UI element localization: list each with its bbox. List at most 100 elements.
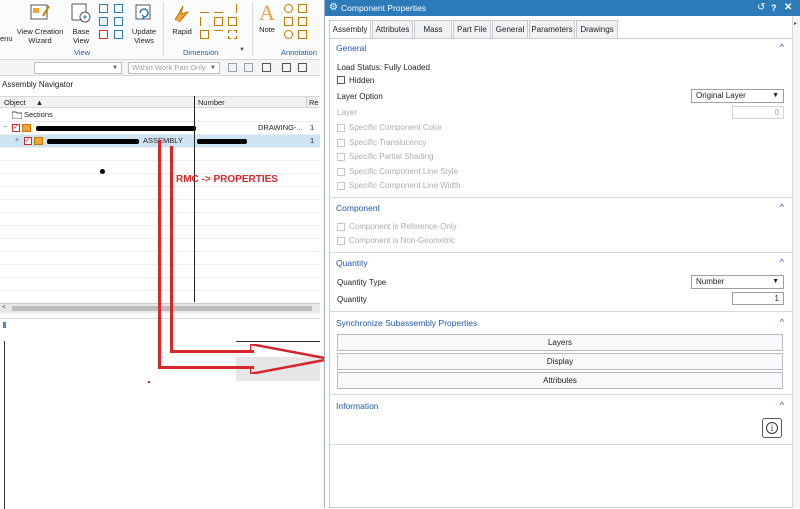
dimension-tool-icon[interactable] bbox=[214, 30, 223, 39]
layers-button[interactable]: Layers bbox=[337, 334, 783, 351]
note-button[interactable]: A Note bbox=[256, 2, 278, 35]
option-checkbox[interactable] bbox=[337, 223, 345, 231]
close-icon[interactable]: ✕ bbox=[784, 0, 792, 16]
hidden-checkbox[interactable] bbox=[337, 76, 345, 84]
information-button[interactable]: i bbox=[762, 418, 782, 438]
menu-button[interactable]: enu bbox=[0, 34, 13, 43]
dimension-tool-icon[interactable] bbox=[228, 4, 237, 13]
expand-icon[interactable]: + bbox=[15, 135, 19, 147]
collapse-chevron-icon[interactable]: ^ bbox=[780, 317, 784, 327]
quantity-field[interactable]: 1 bbox=[732, 292, 784, 305]
dimension-tool-icon[interactable] bbox=[214, 17, 223, 26]
view-tool-icon[interactable] bbox=[114, 30, 123, 39]
dimension-tool-icon[interactable] bbox=[228, 30, 237, 39]
scrollbar-thumb[interactable] bbox=[12, 306, 312, 311]
pin-icon[interactable]: ▸ bbox=[794, 20, 797, 27]
dimension-tool-icon[interactable] bbox=[228, 17, 237, 26]
tab-drawings[interactable]: Drawings bbox=[576, 20, 618, 38]
checkbox-checked-icon[interactable]: ✓ bbox=[12, 124, 20, 132]
column-divider[interactable] bbox=[306, 97, 307, 108]
annotation-tool-icon[interactable] bbox=[298, 17, 307, 26]
option-checkbox[interactable] bbox=[337, 237, 345, 245]
tab-attributes[interactable]: Attributes bbox=[372, 20, 413, 38]
quantity-type-select[interactable]: Number ▼ bbox=[691, 275, 784, 289]
annotation-tool-icon[interactable] bbox=[284, 17, 293, 26]
collapse-chevron-icon[interactable]: ^ bbox=[780, 400, 784, 410]
tab-parameters[interactable]: Parameters bbox=[529, 20, 575, 38]
help-icon[interactable]: ? bbox=[771, 0, 777, 16]
option-checkbox[interactable] bbox=[337, 139, 345, 147]
annotation-tool-icon[interactable] bbox=[284, 30, 293, 39]
select-all-icon[interactable] bbox=[244, 63, 253, 72]
attributes-button[interactable]: Attributes bbox=[337, 372, 783, 389]
tree-row-sections[interactable]: Sections bbox=[0, 109, 320, 122]
option-checkbox[interactable] bbox=[337, 124, 345, 132]
base-view-button[interactable]: Base View bbox=[68, 2, 94, 45]
specific-translucency-label: Specific Translucency bbox=[349, 138, 427, 147]
selection-tool-icon[interactable] bbox=[262, 63, 271, 72]
option-checkbox[interactable] bbox=[337, 168, 345, 176]
scope-filter-combo[interactable]: Within Work Part Only ▼ bbox=[128, 62, 220, 74]
collapse-chevron-icon[interactable]: ^ bbox=[780, 42, 784, 52]
rapid-dimension-button[interactable]: Rapid bbox=[168, 2, 196, 36]
section-heading-quantity[interactable]: Quantity bbox=[336, 258, 368, 268]
column-header-rev[interactable]: Re bbox=[309, 97, 319, 108]
dimension-tool-icon[interactable] bbox=[200, 30, 209, 39]
section-divider bbox=[330, 394, 798, 395]
view-tool-icon[interactable] bbox=[114, 4, 123, 13]
section-heading-information[interactable]: Information bbox=[336, 401, 379, 411]
annotation-tool-icon[interactable] bbox=[298, 4, 307, 13]
type-filter-combo[interactable]: ▼ bbox=[34, 62, 122, 74]
layer-option-select[interactable]: Original Layer ▼ bbox=[691, 89, 784, 103]
scroll-left-icon[interactable]: < bbox=[2, 304, 6, 311]
reset-icon[interactable]: ↺ bbox=[757, 0, 765, 16]
column-header-object[interactable]: Object ▲ bbox=[4, 97, 43, 108]
dimension-tool-icon[interactable] bbox=[200, 4, 209, 13]
dialog-title: Component Properties bbox=[341, 3, 427, 13]
display-button[interactable]: Display bbox=[337, 353, 783, 370]
group-label-dimension: Dimension bbox=[183, 48, 219, 57]
collapse-icon[interactable]: − bbox=[3, 122, 7, 134]
view-tool-icon[interactable] bbox=[99, 30, 108, 39]
view-creation-wizard-button[interactable]: View Creation Wizard bbox=[14, 2, 66, 45]
update-views-button[interactable]: Update Views bbox=[128, 2, 160, 45]
section-heading-general[interactable]: General bbox=[336, 43, 366, 53]
column-header-number[interactable]: Number bbox=[198, 97, 225, 108]
dialog-titlebar[interactable]: ⚙ Component Properties ↺ ? ✕ bbox=[325, 0, 800, 16]
dimension-tool-icon[interactable] bbox=[214, 4, 223, 13]
update-views-icon bbox=[135, 4, 151, 20]
ribbon: enu View Creation Wizard Base View Updat… bbox=[0, 0, 320, 60]
view-tool-icon[interactable] bbox=[114, 17, 123, 26]
option-checkbox[interactable] bbox=[337, 153, 345, 161]
tab-assembly[interactable]: Assembly bbox=[329, 20, 371, 39]
tab-part-file[interactable]: Part File bbox=[453, 20, 491, 38]
dimension-tool-icon[interactable] bbox=[200, 17, 209, 26]
column-divider-line bbox=[194, 96, 195, 302]
navigator-header: Object ▲ Number Re bbox=[0, 96, 320, 108]
layer-field[interactable]: 0 bbox=[732, 106, 784, 119]
selection-tool-icon[interactable] bbox=[282, 63, 291, 72]
arrowhead-icon bbox=[250, 344, 331, 374]
pane-border-line bbox=[4, 341, 5, 509]
annotation-tool-icon[interactable] bbox=[284, 4, 293, 13]
selection-tool-icon[interactable] bbox=[298, 63, 307, 72]
navigator-title: Assembly Navigator bbox=[0, 78, 320, 92]
filter-icon[interactable] bbox=[228, 63, 237, 72]
tab-general[interactable]: General bbox=[492, 20, 528, 38]
view-tool-icon[interactable] bbox=[99, 17, 108, 26]
option-checkbox[interactable] bbox=[337, 182, 345, 190]
chevron-down-icon[interactable]: ▼ bbox=[239, 47, 245, 53]
section-heading-component[interactable]: Component bbox=[336, 203, 380, 213]
checkbox-checked-icon[interactable]: ✓ bbox=[24, 137, 32, 145]
section-divider bbox=[330, 444, 798, 445]
tab-mass[interactable]: Mass bbox=[414, 20, 452, 38]
annotation-tool-icon[interactable] bbox=[298, 30, 307, 39]
collapse-chevron-icon[interactable]: ^ bbox=[780, 257, 784, 267]
collapse-chevron-icon[interactable]: ^ bbox=[780, 202, 784, 212]
view-tool-icon[interactable] bbox=[99, 4, 108, 13]
tree-row-top-assembly[interactable]: − ✓ DRAWING-... 1 bbox=[0, 122, 320, 135]
specific-component-color-label: Specific Component Color bbox=[349, 123, 442, 132]
load-status-text: Load Status: Fully Loaded bbox=[337, 63, 430, 72]
ribbon-divider bbox=[252, 2, 253, 56]
section-heading-synchronize[interactable]: Synchronize Subassembly Properties bbox=[336, 318, 477, 328]
